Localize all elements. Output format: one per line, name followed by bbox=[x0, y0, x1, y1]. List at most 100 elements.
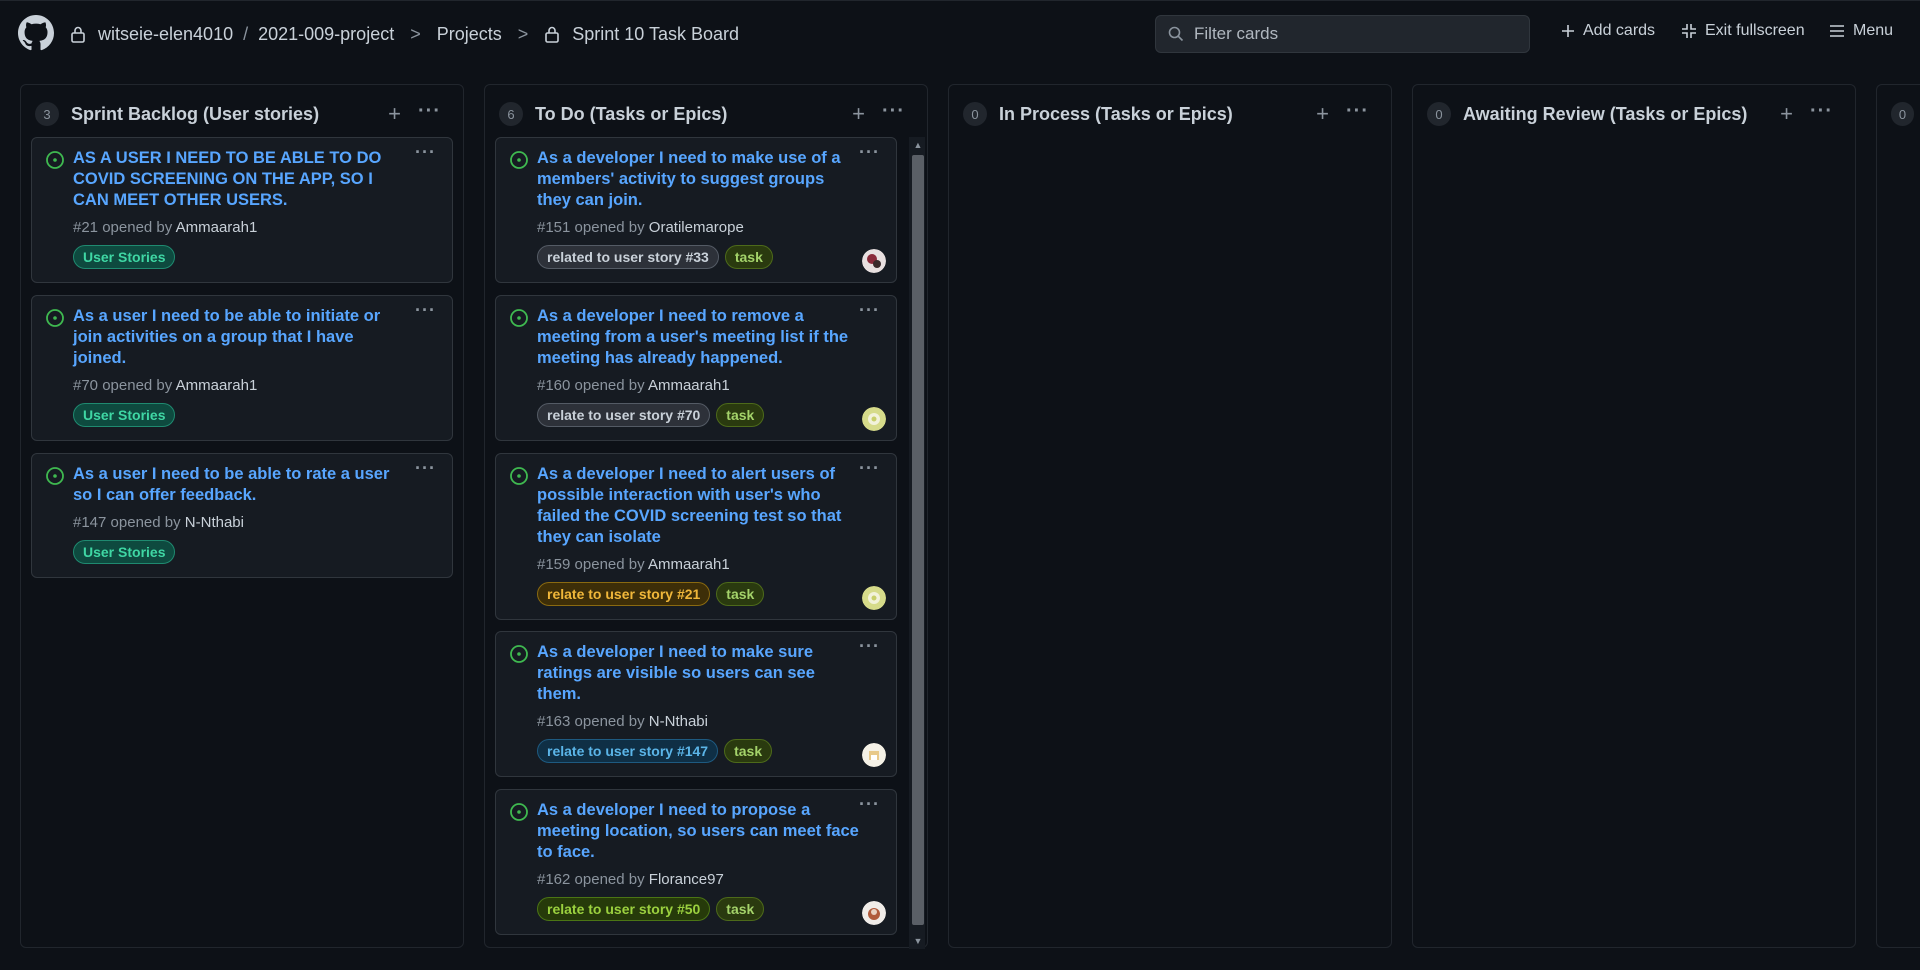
owner-link[interactable]: witseie-elen4010 bbox=[98, 24, 233, 45]
card-more-icon[interactable]: ··· bbox=[415, 458, 436, 479]
issue-card[interactable]: AS A USER I NEED TO BE ABLE TO DO COVID … bbox=[31, 137, 453, 283]
open-issue-icon bbox=[510, 151, 528, 169]
open-issue-icon bbox=[46, 151, 64, 169]
label-related-story[interactable]: relate to user story #147 bbox=[537, 739, 719, 763]
issue-number-text: #159 opened by bbox=[537, 556, 645, 573]
filter-cards-input[interactable] bbox=[1194, 24, 1514, 44]
author-link[interactable]: Florance97 bbox=[649, 871, 724, 888]
label-list: relate to user story #147 task bbox=[537, 739, 778, 763]
author-link[interactable]: Ammaarah1 bbox=[176, 377, 258, 394]
scroll-up-arrow-icon[interactable]: ▲ bbox=[912, 139, 924, 151]
card-more-icon[interactable]: ··· bbox=[859, 636, 880, 657]
label-task[interactable]: task bbox=[716, 403, 765, 427]
card-meta: #21 opened by Ammaarah1 bbox=[73, 219, 257, 236]
issue-card[interactable]: As a developer I need to remove a meetin… bbox=[495, 295, 897, 441]
author-link[interactable]: N-Nthabi bbox=[649, 713, 708, 730]
add-card-plus-icon[interactable]: + bbox=[1316, 103, 1329, 125]
card-title-link[interactable]: As a developer I need to make sure ratin… bbox=[537, 642, 862, 705]
label-list: User Stories bbox=[73, 403, 181, 427]
label-task[interactable]: task bbox=[724, 245, 773, 269]
github-logo-icon[interactable] bbox=[18, 15, 54, 51]
scroll-down-arrow-icon[interactable]: ▼ bbox=[912, 935, 924, 947]
scrollbar-thumb[interactable] bbox=[912, 155, 924, 925]
column-more-icon[interactable]: ··· bbox=[882, 101, 905, 121]
repo-link[interactable]: 2021-009-project bbox=[258, 24, 394, 45]
card-title-link[interactable]: As a user I need to be able to rate a us… bbox=[73, 464, 398, 506]
author-link[interactable]: Ammaarah1 bbox=[648, 556, 730, 573]
card-more-icon[interactable]: ··· bbox=[859, 794, 880, 815]
card-more-icon[interactable]: ··· bbox=[859, 142, 880, 163]
label-user-stories[interactable]: User Stories bbox=[73, 245, 176, 269]
card-title-link[interactable]: As a developer I need to remove a meetin… bbox=[537, 306, 862, 369]
label-task[interactable]: task bbox=[724, 739, 773, 763]
column-partial: 0 bbox=[1876, 84, 1920, 948]
avatar[interactable] bbox=[862, 901, 886, 925]
card-count: 0 bbox=[963, 102, 987, 126]
menu-button[interactable]: Menu bbox=[1829, 22, 1893, 40]
issue-card[interactable]: As a developer I need to alert users of … bbox=[495, 453, 897, 620]
label-task[interactable]: task bbox=[716, 582, 765, 606]
add-card-plus-icon[interactable]: + bbox=[388, 103, 401, 125]
avatar[interactable] bbox=[862, 586, 886, 610]
label-related-story[interactable]: relate to user story #70 bbox=[537, 403, 711, 427]
column-more-icon[interactable]: ··· bbox=[1810, 101, 1833, 121]
card-title-link[interactable]: AS A USER I NEED TO BE ABLE TO DO COVID … bbox=[73, 148, 398, 211]
avatar[interactable] bbox=[862, 743, 886, 767]
label-user-stories[interactable]: User Stories bbox=[73, 403, 176, 427]
card-meta: #147 opened by N-Nthabi bbox=[73, 514, 244, 531]
label-related-story[interactable]: relate to user story #50 bbox=[537, 897, 711, 921]
author-link[interactable]: N-Nthabi bbox=[185, 514, 244, 531]
card-more-icon[interactable]: ··· bbox=[415, 300, 436, 321]
label-list: relate to user story #70 task bbox=[537, 403, 770, 427]
column-header: 6 To Do (Tasks or Epics) + ··· bbox=[499, 99, 917, 129]
label-task[interactable]: task bbox=[716, 897, 765, 921]
open-issue-icon bbox=[46, 467, 64, 485]
card-meta: #159 opened by Ammaarah1 bbox=[537, 556, 730, 573]
card-more-icon[interactable]: ··· bbox=[859, 458, 880, 479]
label-user-stories[interactable]: User Stories bbox=[73, 540, 176, 564]
search-icon bbox=[1168, 26, 1184, 42]
exit-fullscreen-button[interactable]: Exit fullscreen bbox=[1681, 22, 1805, 40]
card-title-link[interactable]: As a developer I need to make use of a m… bbox=[537, 148, 862, 211]
issue-card[interactable]: As a developer I need to make use of a m… bbox=[495, 137, 897, 283]
menu-label: Menu bbox=[1853, 22, 1894, 39]
hamburger-icon bbox=[1830, 25, 1844, 37]
exit-fullscreen-label: Exit fullscreen bbox=[1705, 22, 1805, 39]
label-related-story[interactable]: related to user story #33 bbox=[537, 245, 719, 269]
add-card-plus-icon[interactable]: + bbox=[1780, 103, 1793, 125]
card-title-link[interactable]: As a developer I need to propose a meeti… bbox=[537, 800, 862, 863]
issue-card[interactable]: As a developer I need to make sure ratin… bbox=[495, 631, 897, 777]
label-list: related to user story #33 task bbox=[537, 245, 779, 269]
chevron-right-icon: > bbox=[517, 23, 529, 44]
avatar[interactable] bbox=[862, 249, 886, 273]
author-link[interactable]: Ammaarah1 bbox=[176, 219, 258, 236]
board-title[interactable]: Sprint 10 Task Board bbox=[572, 24, 739, 45]
column-more-icon[interactable]: ··· bbox=[1346, 101, 1369, 121]
column-sprint-backlog: 3 Sprint Backlog (User stories) + ··· AS… bbox=[20, 84, 464, 948]
issue-card[interactable]: As a user I need to be able to initiate … bbox=[31, 295, 453, 441]
label-related-story[interactable]: relate to user story #21 bbox=[537, 582, 711, 606]
open-issue-icon bbox=[510, 645, 528, 663]
card-count: 6 bbox=[499, 102, 523, 126]
card-more-icon[interactable]: ··· bbox=[859, 300, 880, 321]
card-title-link[interactable]: As a developer I need to alert users of … bbox=[537, 464, 862, 548]
issue-card[interactable]: As a user I need to be able to rate a us… bbox=[31, 453, 453, 578]
column-header: 0 bbox=[1891, 99, 1920, 129]
author-link[interactable]: Oratilemarope bbox=[649, 219, 744, 236]
column-more-icon[interactable]: ··· bbox=[418, 101, 441, 121]
add-card-plus-icon[interactable]: + bbox=[852, 103, 865, 125]
issue-card[interactable]: As a developer I need to propose a meeti… bbox=[495, 789, 897, 935]
column-title: Awaiting Review (Tasks or Epics) bbox=[1463, 103, 1748, 124]
issue-number-text: #151 opened by bbox=[537, 219, 645, 236]
add-cards-button[interactable]: Add cards bbox=[1561, 22, 1655, 40]
card-meta: #70 opened by Ammaarah1 bbox=[73, 377, 257, 394]
avatar[interactable] bbox=[862, 407, 886, 431]
filter-cards-field[interactable] bbox=[1155, 15, 1530, 53]
card-count: 0 bbox=[1891, 102, 1914, 126]
card-title-link[interactable]: As a user I need to be able to initiate … bbox=[73, 306, 398, 369]
projects-link[interactable]: Projects bbox=[437, 24, 502, 45]
author-link[interactable]: Ammaarah1 bbox=[648, 377, 730, 394]
card-more-icon[interactable]: ··· bbox=[415, 142, 436, 163]
label-list: User Stories bbox=[73, 540, 181, 564]
column-scrollbar[interactable]: ▲ ▼ bbox=[909, 137, 925, 949]
